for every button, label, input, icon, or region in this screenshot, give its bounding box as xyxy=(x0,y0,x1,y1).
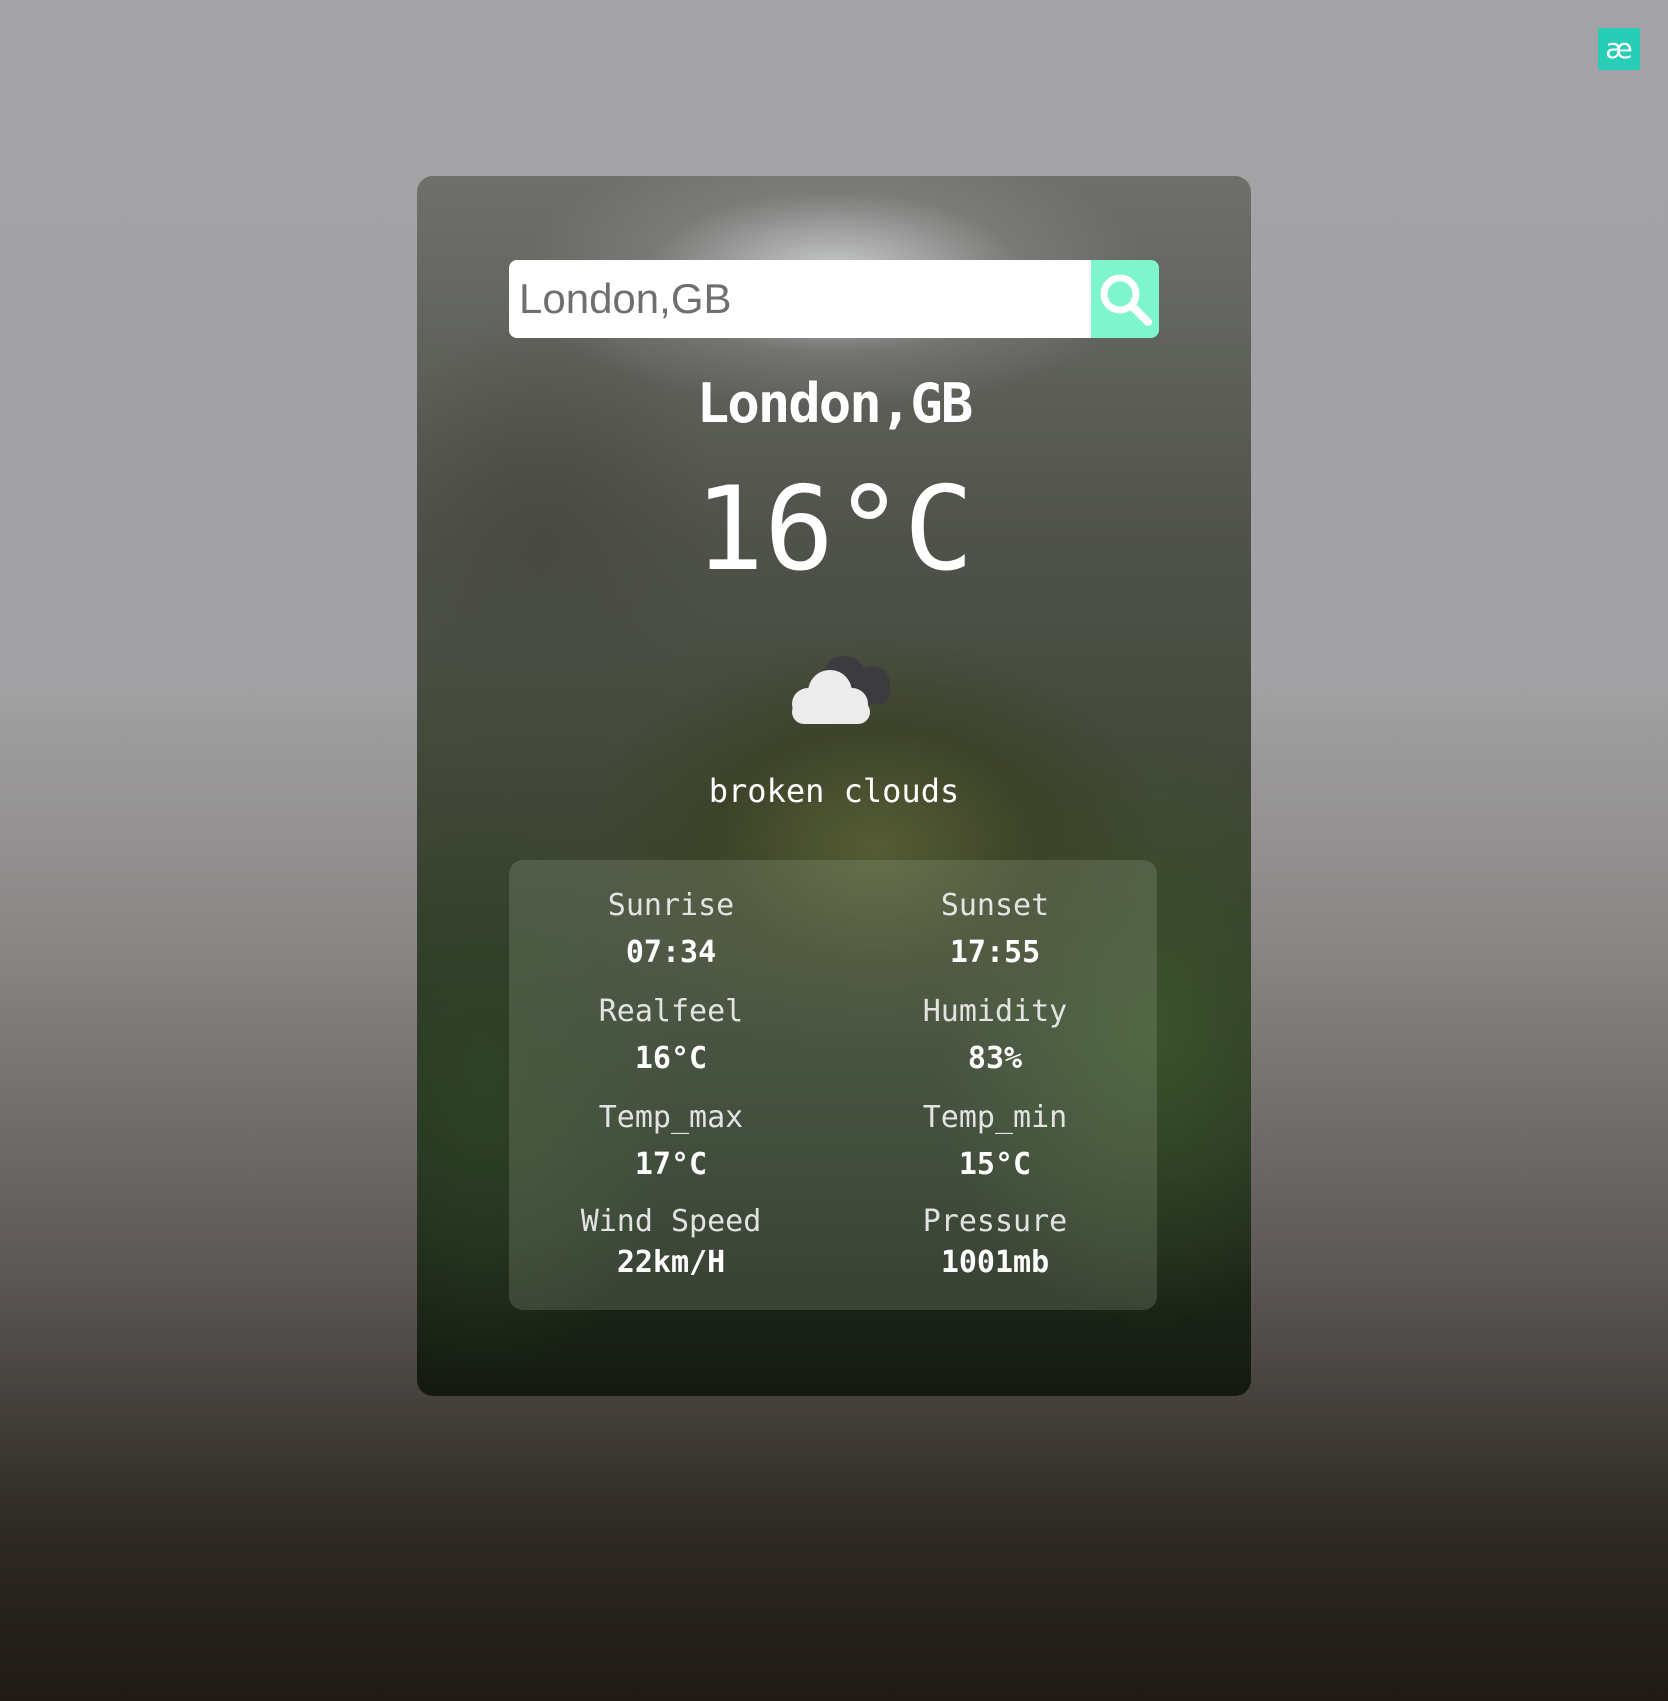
detail-humidity: Humidity 83% xyxy=(833,994,1157,1076)
weather-card: London,GB 16°C broken clouds Sunrise 07:… xyxy=(417,176,1251,1396)
weather-details-panel: Sunrise 07:34 Sunset 17:55 Realfeel 16°C… xyxy=(509,860,1157,1310)
detail-value: 22km/H xyxy=(616,1245,726,1280)
detail-sunset: Sunset 17:55 xyxy=(833,888,1157,970)
detail-pressure: Pressure 1001mb xyxy=(833,1204,1157,1280)
detail-label: Temp_max xyxy=(598,1100,744,1135)
detail-value: 07:34 xyxy=(625,935,717,970)
detail-label: Realfeel xyxy=(598,994,744,1029)
detail-value: 1001mb xyxy=(940,1245,1050,1280)
broken-clouds-icon xyxy=(792,656,890,724)
detail-value: 16°C xyxy=(634,1041,708,1076)
detail-value: 17:55 xyxy=(949,935,1041,970)
search-bar xyxy=(509,260,1159,338)
detail-value: 17°C xyxy=(634,1147,708,1182)
city-name: London,GB xyxy=(696,372,974,435)
detail-label: Humidity xyxy=(922,994,1068,1029)
current-temperature: 16°C xyxy=(694,462,974,597)
weather-condition: broken clouds xyxy=(708,772,960,810)
detail-label: Temp_min xyxy=(922,1100,1068,1135)
detail-label: Wind Speed xyxy=(580,1204,762,1239)
search-input[interactable] xyxy=(509,260,1091,338)
detail-label: Sunset xyxy=(940,888,1050,923)
detail-realfeel: Realfeel 16°C xyxy=(509,994,833,1076)
brand-logo: æ xyxy=(1598,28,1640,70)
detail-value: 15°C xyxy=(958,1147,1032,1182)
detail-label: Sunrise xyxy=(607,888,735,923)
search-icon xyxy=(1100,274,1152,326)
detail-value: 83% xyxy=(967,1041,1023,1076)
detail-sunrise: Sunrise 07:34 xyxy=(509,888,833,970)
search-button[interactable] xyxy=(1091,260,1159,338)
detail-temp-max: Temp_max 17°C xyxy=(509,1100,833,1182)
detail-label: Pressure xyxy=(922,1204,1068,1239)
detail-wind-speed: Wind Speed 22km/H xyxy=(509,1204,833,1280)
detail-temp-min: Temp_min 15°C xyxy=(833,1100,1157,1182)
